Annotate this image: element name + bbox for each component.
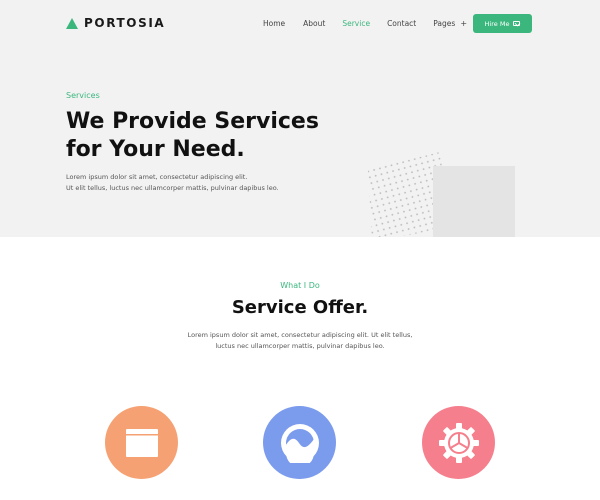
services-description: Lorem ipsum dolor sit amet, consectetur … (180, 330, 420, 352)
hero-description: Lorem ipsum dolor sit amet, consectetur … (66, 172, 316, 194)
gear-icon (438, 422, 479, 463)
nav-contact[interactable]: Contact (387, 19, 416, 28)
hero-title-line2: for Your Need. (66, 137, 245, 162)
nav-service[interactable]: Service (342, 19, 370, 28)
service-card-2[interactable] (263, 406, 336, 479)
triangle-logo-icon (66, 17, 78, 29)
main-nav: Home About Service Contact Pages + (263, 19, 467, 28)
services-kicker: What I Do (280, 281, 320, 290)
hero-desc-line1: Lorem ipsum dolor sit amet, consectetur … (66, 173, 248, 181)
brand-logo[interactable]: PORTOSIA (66, 16, 165, 30)
folder-icon (125, 428, 158, 457)
mail-icon (513, 21, 521, 26)
nav-home[interactable]: Home (263, 19, 285, 28)
services-title: Service Offer. (231, 297, 369, 318)
service-card-3[interactable] (422, 406, 495, 479)
hero-title: We Provide Services for Your Need. (66, 108, 326, 164)
decorative-square (433, 166, 515, 237)
plus-icon: + (460, 19, 468, 28)
hire-me-button[interactable]: Hire Me (473, 14, 532, 33)
hire-me-label: Hire Me (484, 19, 510, 28)
brand-name: PORTOSIA (84, 16, 166, 30)
hero-title-line1: We Provide Services (66, 109, 319, 134)
nav-about[interactable]: About (303, 19, 325, 28)
wave-image-icon (280, 423, 319, 463)
services-desc-line1: Lorem ipsum dolor sit amet, consectetur … (187, 331, 413, 339)
hero-section: PORTOSIA Home About Service Contact Page… (0, 0, 600, 237)
nav-pages-label: Pages (433, 19, 456, 28)
hero-desc-line2: Ut elit tellus, luctus nec ullamcorper m… (66, 184, 279, 192)
nav-pages[interactable]: Pages + (433, 19, 467, 28)
service-card-1[interactable] (105, 406, 178, 479)
services-desc-line2: luctus nec ullamcorper mattis, pulvinar … (215, 342, 385, 350)
hero-kicker: Services (66, 91, 100, 100)
